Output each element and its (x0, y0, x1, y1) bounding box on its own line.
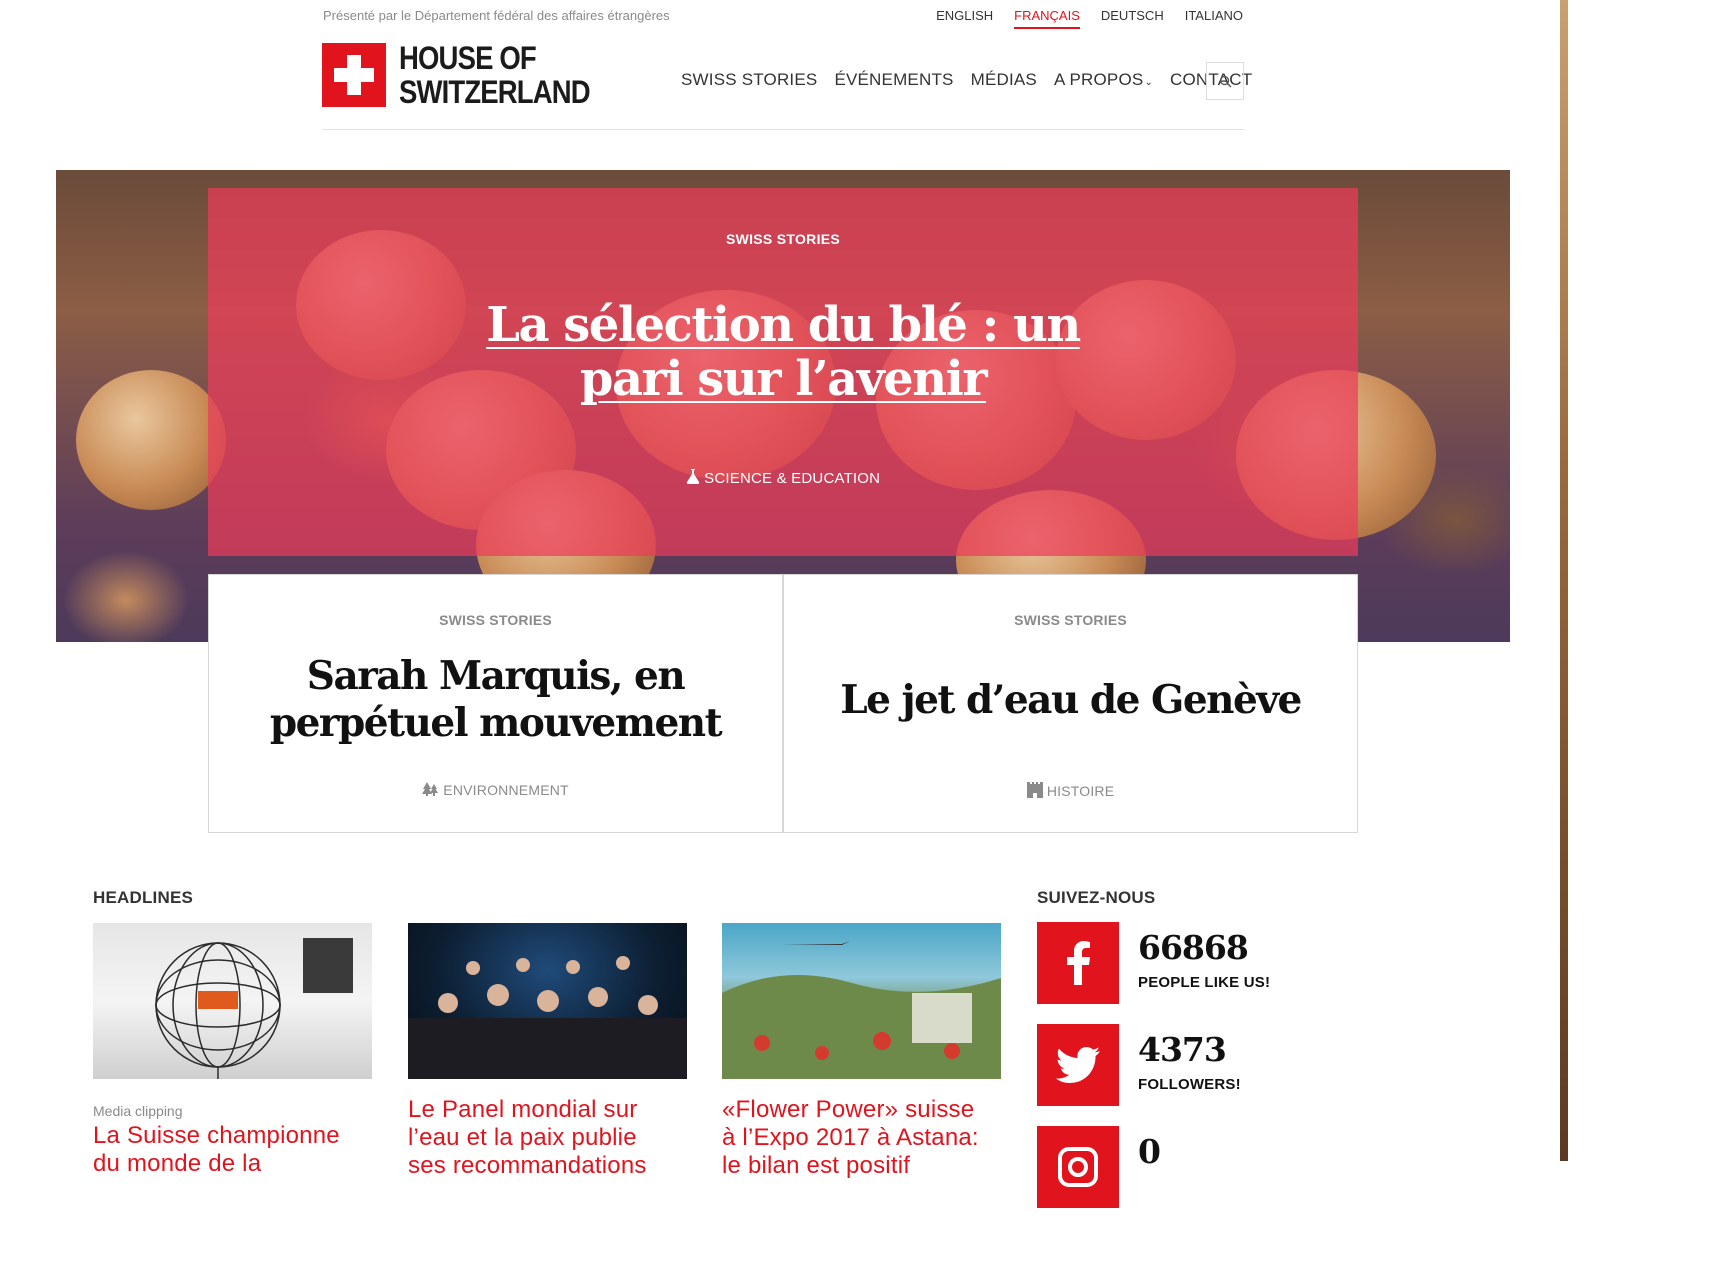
facebook-count: 66868 (1138, 928, 1249, 967)
instagram-count: 0 (1138, 1132, 1161, 1171)
drone-cage-image (155, 938, 353, 1079)
headline-image[interactable] (93, 923, 372, 1079)
card-tag[interactable]: ENVIRONNEMENT (209, 782, 782, 798)
castle-icon (1026, 782, 1043, 798)
headline-label: Media clipping (93, 1103, 183, 1119)
search-button[interactable] (1206, 62, 1244, 100)
headline-title-line2: l’eau et la paix publie (408, 1124, 637, 1151)
twitter-label: FOLLOWERS! (1138, 1076, 1241, 1093)
card-tag-label: HISTOIRE (1046, 783, 1115, 799)
headline-title[interactable]: Le Panel mondial sur l’eau et la paix pu… (408, 1096, 647, 1180)
headline-title-line1: Le Panel mondial sur (408, 1096, 638, 1123)
logo-line1: HOUSE OF (399, 40, 537, 76)
swiss-flag-icon (322, 43, 386, 107)
nav-evenements[interactable]: ÉVÉNEMENTS (834, 70, 953, 90)
language-switcher: ENGLISH FRANÇAIS DEUTSCH ITALIANO (915, 8, 1243, 29)
lang-francais[interactable]: FRANÇAIS (1014, 8, 1080, 29)
card-title-line2: perpétuel mouvement (269, 700, 723, 746)
headline-title-line2: à l’Expo 2017 à Astana: (722, 1124, 979, 1151)
main-nav: SWISS STORIES ÉVÉNEMENTS MÉDIAS A PROPOS… (681, 70, 1269, 90)
facebook-label: PEOPLE LIKE US! (1138, 974, 1271, 991)
facebook-icon (1067, 941, 1090, 985)
search-icon (1219, 75, 1231, 87)
headlines-heading: HEADLINES (93, 888, 194, 907)
lang-deutsch[interactable]: DEUTSCH (1101, 8, 1164, 29)
nav-medias[interactable]: MÉDIAS (971, 70, 1037, 90)
card-title-line1: Sarah Marquis, en (306, 653, 686, 699)
hero-tag-label: SCIENCE & EDUCATION (704, 470, 881, 487)
headline-image[interactable] (408, 923, 687, 1079)
headline-title-line1: La Suisse championne (93, 1122, 340, 1149)
headline-image[interactable] (722, 923, 1001, 1079)
card-category[interactable]: SWISS STORIES (784, 612, 1357, 628)
card-tag-label: ENVIRONNEMENT (443, 782, 569, 798)
hero-feature[interactable]: SWISS STORIES La sélection du blé : un p… (208, 188, 1358, 556)
headline-title-line3: le bilan est positif (722, 1152, 911, 1179)
presented-by-text: Présenté par le Département fédéral des … (323, 8, 670, 23)
header-divider (322, 129, 1244, 130)
headline-title-line1: «Flower Power» suisse (722, 1096, 975, 1123)
headline-title-line3: ses recommandations (408, 1152, 647, 1179)
hero-title-line2: pari sur l’avenir (579, 351, 988, 407)
hero-tag[interactable]: SCIENCE & EDUCATION (208, 469, 1358, 487)
headline-title-line2: du monde de la (93, 1150, 262, 1177)
twitter-count: 4373 (1138, 1030, 1227, 1069)
headline-title[interactable]: «Flower Power» suisse à l’Expo 2017 à As… (722, 1096, 979, 1180)
trees-icon (422, 782, 439, 796)
flower-power-image (722, 941, 1001, 1079)
hero-title-line1: La sélection du blé : un (486, 297, 1081, 353)
logo-text: HOUSE OF SWITZERLAND (399, 40, 591, 110)
lang-english[interactable]: ENGLISH (936, 8, 993, 29)
story-card[interactable]: SWISS STORIES Sarah Marquis, en perpétue… (208, 574, 783, 833)
audience-image (408, 956, 687, 1079)
chevron-down-icon: ⌄ (1144, 77, 1154, 88)
flask-icon (686, 469, 699, 484)
hero-title[interactable]: La sélection du blé : un pari sur l’aven… (208, 298, 1358, 406)
twitter-icon (1056, 1047, 1100, 1083)
card-category[interactable]: SWISS STORIES (209, 612, 782, 628)
card-title[interactable]: Le jet d’eau de Genève (784, 677, 1357, 724)
window-edge (1560, 0, 1568, 1161)
twitter-link[interactable]: 4373 FOLLOWERS! (1037, 1024, 1241, 1106)
logo-line2: SWITZERLAND (399, 74, 591, 110)
hero-category[interactable]: SWISS STORIES (208, 231, 1358, 247)
nav-swiss-stories[interactable]: SWISS STORIES (681, 70, 817, 90)
headline-title[interactable]: La Suisse championne du monde de la (93, 1122, 340, 1178)
story-card[interactable]: SWISS STORIES Le jet d’eau de Genève HIS… (783, 574, 1358, 833)
nav-a-propos[interactable]: A PROPOS⌄ (1054, 70, 1153, 90)
lang-italiano[interactable]: ITALIANO (1185, 8, 1243, 29)
instagram-icon (1058, 1147, 1098, 1187)
card-title[interactable]: Sarah Marquis, en perpétuel mouvement (209, 653, 782, 747)
card-tag[interactable]: HISTOIRE (784, 782, 1357, 799)
facebook-link[interactable]: 66868 PEOPLE LIKE US! (1037, 922, 1270, 1004)
instagram-link[interactable]: 0 (1037, 1126, 1161, 1208)
follow-us-heading: SUIVEZ-NOUS (1037, 888, 1156, 907)
nav-a-propos-label: A PROPOS (1053, 70, 1144, 89)
site-logo[interactable]: HOUSE OF SWITZERLAND (322, 41, 621, 109)
